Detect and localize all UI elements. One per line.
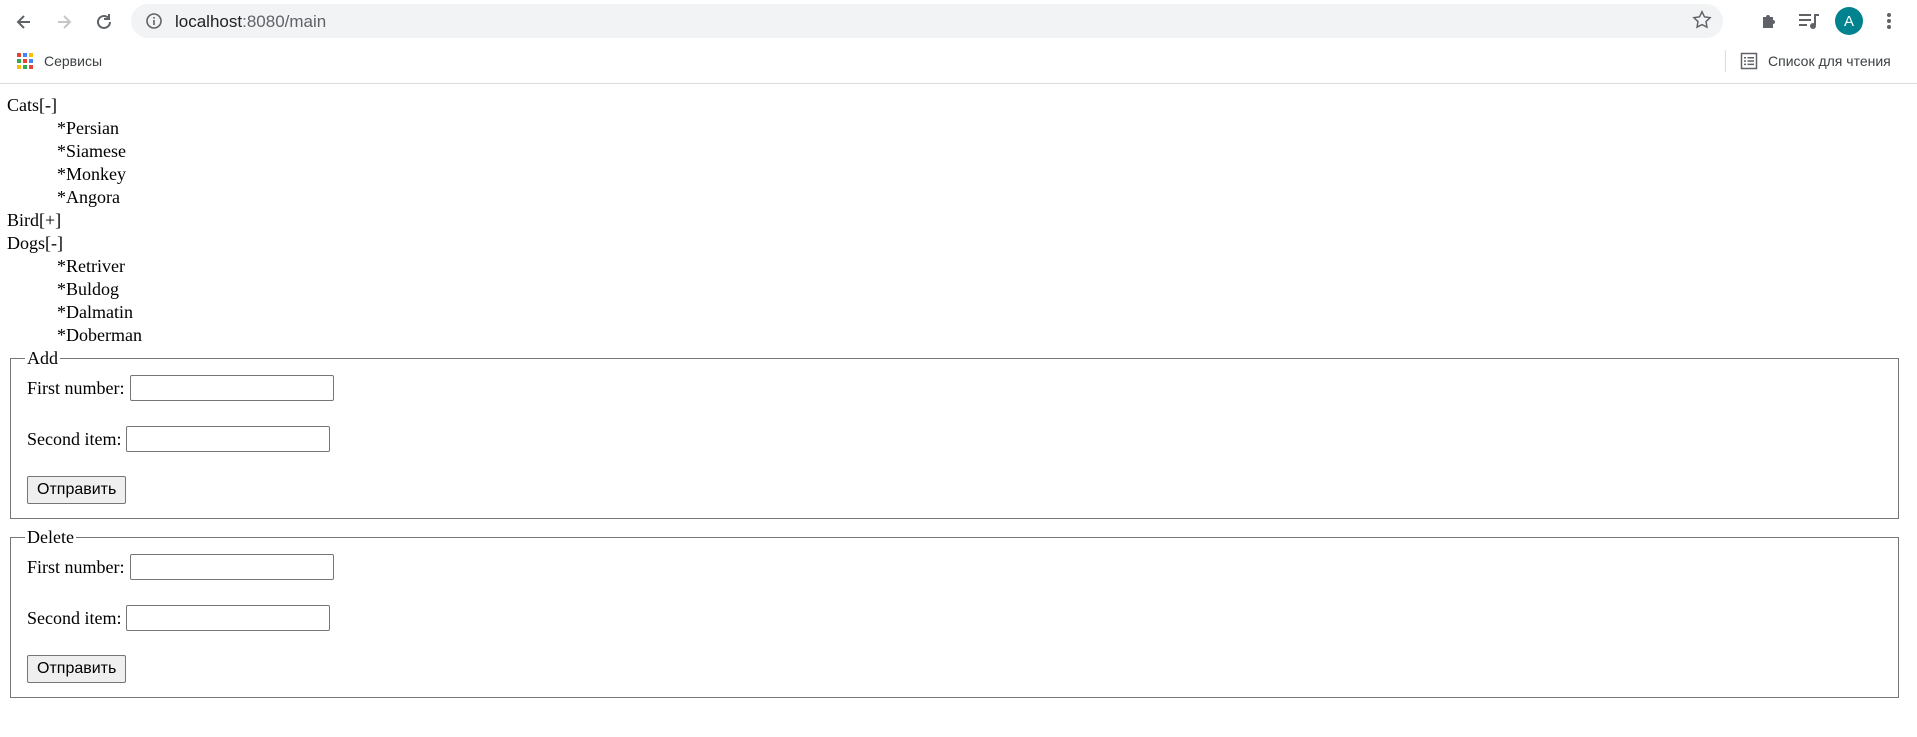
delete-legend: Delete — [27, 527, 74, 547]
category-name: Cats — [7, 95, 40, 115]
category-name: Dogs — [7, 233, 46, 253]
list-item: *Siamese — [57, 141, 126, 161]
page-content: Cats[-] *Persian *Siamese *Monkey *Angor… — [7, 94, 1911, 705]
back-button[interactable] — [10, 8, 38, 36]
bookmarks-divider — [1725, 50, 1726, 72]
category-name: Bird — [7, 210, 40, 230]
reload-button[interactable] — [90, 8, 118, 36]
forward-button[interactable] — [50, 8, 78, 36]
tree-category-bird: Bird[+] — [7, 209, 1911, 232]
list-item: *Doberman — [57, 325, 142, 345]
first-number-row: First number: — [27, 553, 1884, 581]
second-item-row: Second item: — [27, 604, 1884, 632]
menu-button[interactable] — [1874, 6, 1904, 36]
first-number-input[interactable] — [129, 554, 334, 580]
add-submit-button[interactable]: Отправить — [27, 476, 127, 504]
expand-toggle[interactable]: [+] — [39, 210, 61, 230]
apps-grid-icon — [17, 53, 33, 69]
list-item: *Buldog — [57, 279, 120, 299]
collapse-toggle[interactable]: [-] — [39, 95, 57, 115]
bookmark-star-icon[interactable] — [1691, 9, 1713, 36]
first-number-label: First number: — [27, 556, 125, 577]
delete-submit-button[interactable]: Отправить — [27, 655, 127, 683]
browser-toolbar: localhost:8080/main A — [0, 0, 1917, 42]
list-item: *Angora — [57, 187, 120, 207]
reading-list-icon — [1740, 52, 1758, 70]
reading-list-button[interactable]: Список для чтения — [1740, 52, 1891, 70]
puzzle-icon — [1763, 15, 1775, 28]
tree-category-dogs: Dogs[-] *Retriver *Buldog *Dalmatin *Dob… — [7, 232, 1911, 347]
list-item: *Dalmatin — [57, 302, 133, 322]
first-number-row: First number: — [27, 374, 1884, 402]
apps-label: Сервисы — [44, 53, 103, 69]
url-path: :8080/main — [242, 12, 327, 31]
back-arrow-icon — [16, 15, 30, 29]
list-item: *Persian — [57, 118, 119, 138]
address-bar[interactable]: localhost:8080/main — [131, 4, 1723, 38]
forward-arrow-icon — [58, 15, 72, 29]
reading-list-label: Список для чтения — [1768, 53, 1891, 69]
category-title: Cats[-] — [7, 94, 1911, 117]
bookmarks-bar: Сервисы Список для чтения — [0, 42, 1917, 84]
add-legend: Add — [27, 348, 58, 368]
more-vert-icon — [1887, 13, 1891, 29]
delete-form: Delete First number: Second item: Отправ… — [10, 526, 1899, 698]
second-item-input[interactable] — [126, 605, 331, 631]
media-control-button[interactable] — [1794, 6, 1824, 36]
profile-button[interactable]: A — [1834, 6, 1864, 36]
playlist-icon — [1799, 14, 1819, 29]
add-form: Add First number: Second item: Отправить — [10, 347, 1899, 519]
list-item: *Retriver — [57, 256, 125, 276]
collapse-toggle[interactable]: [-] — [45, 233, 63, 253]
first-number-label: First number: — [27, 377, 125, 398]
second-item-label: Second item: — [27, 607, 122, 628]
second-item-row: Second item: — [27, 425, 1884, 453]
first-number-input[interactable] — [129, 375, 334, 401]
url-text[interactable]: localhost:8080/main — [175, 12, 326, 32]
second-item-input[interactable] — [126, 426, 331, 452]
avatar: A — [1835, 7, 1863, 35]
second-item-label: Second item: — [27, 428, 122, 449]
category-title: Dogs[-] — [7, 232, 1911, 255]
list-item: *Monkey — [57, 164, 126, 184]
tree-category-cats: Cats[-] *Persian *Siamese *Monkey *Angor… — [7, 94, 1911, 209]
apps-bookmark[interactable]: Сервисы — [16, 52, 102, 70]
url-host: localhost — [175, 12, 243, 31]
extensions-button[interactable] — [1754, 6, 1784, 36]
category-title: Bird[+] — [7, 209, 1911, 232]
reload-icon — [97, 14, 111, 29]
site-info-icon[interactable] — [145, 12, 163, 35]
